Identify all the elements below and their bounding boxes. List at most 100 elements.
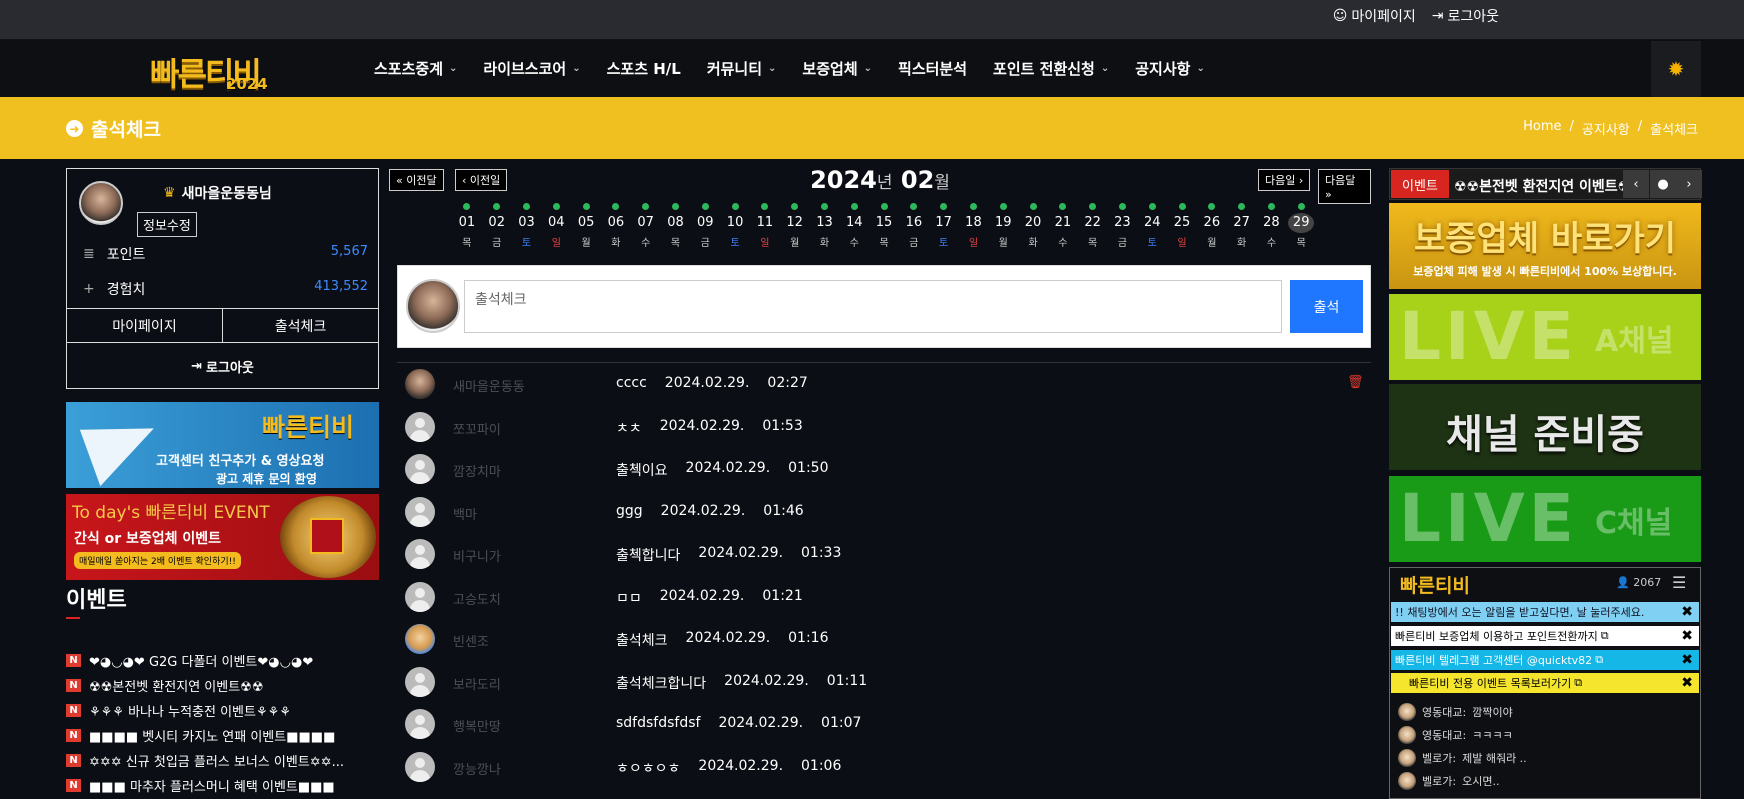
attendance-user-name[interactable]: 보라도리 bbox=[453, 674, 501, 693]
calendar-day[interactable]: 02 금 bbox=[482, 203, 512, 249]
calendar-day[interactable]: 09 금 bbox=[690, 203, 720, 249]
calendar-day[interactable]: 13 화 bbox=[810, 203, 840, 249]
nav-item[interactable]: 라이브스코어 ⌄ bbox=[483, 58, 580, 79]
user-avatar bbox=[405, 454, 435, 484]
calendar-day[interactable]: 05 월 bbox=[571, 203, 601, 249]
nav-item[interactable]: 보증업체 ⌄ bbox=[802, 58, 872, 79]
nav-item[interactable]: 포인트 전환신청 ⌄ bbox=[993, 58, 1109, 79]
calendar-day[interactable]: 08 목 bbox=[661, 203, 691, 249]
attendance-user-name[interactable]: 백마 bbox=[453, 504, 477, 523]
calendar-day[interactable]: 29 목 bbox=[1286, 203, 1316, 249]
calendar-day[interactable]: 17 토 bbox=[929, 203, 959, 249]
top-mypage-link[interactable]: ☺ 마이페이지 bbox=[1333, 6, 1416, 26]
nav-item[interactable]: 픽스터분석 bbox=[898, 58, 967, 79]
calendar-day[interactable]: 14 수 bbox=[839, 203, 869, 249]
attendance-user-name[interactable]: 빈센조 bbox=[453, 631, 489, 650]
chat-notice[interactable]: 빠른티비 보증업체 이용하고 포인트전환까지 ⧉ ✖ bbox=[1391, 626, 1699, 646]
edit-profile-button[interactable]: 정보수정 bbox=[137, 212, 197, 237]
live-c-banner[interactable]: LIVE C채널 bbox=[1389, 476, 1701, 562]
breadcrumb-item[interactable]: 출석체크 bbox=[1650, 119, 1698, 138]
top-logout-link[interactable]: ⇥ 로그아웃 bbox=[1432, 6, 1499, 26]
attendance-user-name[interactable]: 쪼꼬파이 bbox=[453, 419, 501, 438]
calendar-day[interactable]: 27 화 bbox=[1227, 203, 1257, 249]
calendar-day[interactable]: 20 화 bbox=[1018, 203, 1048, 249]
close-icon[interactable]: ✖ bbox=[1681, 628, 1693, 644]
calendar-day[interactable]: 01 목 bbox=[452, 203, 482, 249]
attendance-user-name[interactable]: 비구니가 bbox=[453, 546, 501, 565]
hamburger-menu-icon[interactable]: ☰ bbox=[1672, 573, 1686, 592]
calendar-day[interactable]: 23 금 bbox=[1108, 203, 1138, 249]
nav-item[interactable]: 스포츠중계 ⌄ bbox=[374, 58, 457, 79]
calendar-day[interactable]: 15 목 bbox=[869, 203, 899, 249]
attend-submit-button[interactable]: 출석 bbox=[1290, 280, 1363, 333]
trash-icon[interactable]: 🗑 bbox=[1347, 375, 1364, 390]
calendar-day[interactable]: 22 목 bbox=[1078, 203, 1108, 249]
chat-notice[interactable]: 빠른티비 텔레그램 고객센터 @quicktv82 ⧉ ✖ bbox=[1391, 650, 1699, 670]
calendar-weekday: 수 bbox=[1266, 238, 1277, 249]
close-icon[interactable]: ✖ bbox=[1681, 652, 1693, 668]
guarantee-banner[interactable]: 보증업체 바로가기 보증업체 피해 발생 시 빠른티비에서 100% 보상합니다… bbox=[1389, 203, 1701, 289]
calendar-day[interactable]: 28 수 bbox=[1257, 203, 1287, 249]
ticker-next-button[interactable]: › bbox=[1676, 170, 1702, 198]
calendar-day[interactable]: 21 수 bbox=[1048, 203, 1078, 249]
next-month-button[interactable]: 다음달 » bbox=[1318, 169, 1371, 204]
attendance-user-name[interactable]: 새마을운동동 bbox=[453, 376, 525, 395]
calendar-day[interactable]: 26 월 bbox=[1197, 203, 1227, 249]
calendar-day[interactable]: 12 월 bbox=[780, 203, 810, 249]
profile-logout-button[interactable]: ⇥ 로그아웃 bbox=[67, 344, 378, 388]
attendance-user-name[interactable]: 고승도치 bbox=[453, 589, 501, 608]
event-ticker-text[interactable]: ☢☢본전벳 환전지연 이벤트☢ bbox=[1454, 176, 1634, 196]
event-list-item[interactable]: N ■■■ 마추자 플러스머니 혜택 이벤트■■■ bbox=[66, 773, 379, 798]
chat-message-user[interactable]: 영동대교 bbox=[1422, 704, 1462, 720]
attendance-user-name[interactable]: 깡능깡나 bbox=[453, 759, 501, 778]
theme-toggle-button[interactable]: ✹ bbox=[1651, 41, 1701, 97]
calendar-weekday: 화 bbox=[1237, 238, 1247, 249]
mypage-button[interactable]: 마이페이지 bbox=[67, 309, 223, 342]
calendar-day[interactable]: 06 화 bbox=[601, 203, 631, 249]
attendance-button[interactable]: 출석체크 bbox=[223, 309, 378, 342]
live-a-banner[interactable]: LIVE A채널 bbox=[1389, 294, 1701, 380]
event-list-item[interactable]: N ✡✡✡ 신규 첫입금 플러스 보너스 이벤트✡✡... bbox=[66, 748, 379, 773]
ticker-pause-button[interactable]: ● bbox=[1650, 170, 1676, 198]
channel-ready-banner[interactable]: 채널 준비중 bbox=[1389, 384, 1701, 470]
ticker-prev-button[interactable]: ‹ bbox=[1623, 170, 1649, 198]
nav-item[interactable]: 커뮤니티 ⌄ bbox=[707, 58, 777, 79]
calendar-day[interactable]: 03 토 bbox=[512, 203, 542, 249]
chat-header: 빠른티비 👤 2067 ☰ bbox=[1390, 568, 1700, 598]
prev-month-button[interactable]: « 이전달 bbox=[389, 169, 444, 191]
calendar-day[interactable]: 24 토 bbox=[1137, 203, 1167, 249]
nav-item[interactable]: 공지사항 ⌄ bbox=[1135, 58, 1205, 79]
calendar-day[interactable]: 19 월 bbox=[988, 203, 1018, 249]
attendance-user-name[interactable]: 깜장치마 bbox=[453, 461, 501, 480]
event-list-item[interactable]: N ☢☢본전벳 환전지연 이벤트☢☢ bbox=[66, 673, 379, 698]
event-list-item[interactable]: N ■■■■ 벳시티 카지노 연패 이벤트■■■■ bbox=[66, 723, 379, 748]
calendar-day[interactable]: 10 토 bbox=[720, 203, 750, 249]
chat-notice[interactable]: !! 채팅방에서 오는 알림을 받고싶다면, 날 눌러주세요. ✖ bbox=[1391, 602, 1699, 622]
close-icon[interactable]: ✖ bbox=[1681, 675, 1693, 691]
telegram-banner[interactable]: 빠른티비 고객센터 친구추가 & 영상요청 광고 제휴 문의 환영 bbox=[66, 402, 379, 488]
calendar-day[interactable]: 07 수 bbox=[631, 203, 661, 249]
calendar-day[interactable]: 04 일 bbox=[541, 203, 571, 249]
breadcrumb-item[interactable]: Home bbox=[1523, 119, 1561, 138]
chat-notice[interactable]: 빠른티비 전용 이벤트 목록보러가기 ⧉ ✖ bbox=[1391, 673, 1699, 693]
event-list-item[interactable]: N ⚘⚘⚘ 바나나 누적충전 이벤트⚘⚘⚘ bbox=[66, 698, 379, 723]
attendance-input[interactable]: 출석체크 bbox=[464, 280, 1282, 333]
prev-day-button[interactable]: ‹ 이전일 bbox=[455, 169, 508, 191]
nav-item[interactable]: 스포츠 H/L bbox=[607, 58, 681, 79]
attendance-user-name[interactable]: 행복만땅 bbox=[453, 716, 501, 735]
chat-message-user[interactable]: 영동대교 bbox=[1422, 727, 1462, 743]
breadcrumb-item[interactable]: 공지사항 bbox=[1582, 119, 1630, 138]
event-list-item[interactable]: N ❤◕◡◕❤ G2G 다폴더 이벤트❤◕◡◕❤ bbox=[66, 648, 379, 673]
next-day-button[interactable]: 다음일 › bbox=[1258, 169, 1311, 191]
chat-message-user[interactable]: 벨로가 bbox=[1422, 750, 1452, 766]
attended-dot-icon bbox=[761, 203, 769, 210]
event-banner[interactable]: To day's 빠른티비 EVENT 간식 or 보증업체 이벤트 매일매일 … bbox=[66, 494, 379, 580]
calendar-day[interactable]: 18 일 bbox=[959, 203, 989, 249]
chat-message-user[interactable]: 벨로가 bbox=[1422, 773, 1452, 789]
close-icon[interactable]: ✖ bbox=[1681, 604, 1693, 620]
calendar-day[interactable]: 16 금 bbox=[899, 203, 929, 249]
nav-item-label: 보증업체 bbox=[802, 60, 858, 78]
calendar-day[interactable]: 25 일 bbox=[1167, 203, 1197, 249]
site-logo[interactable]: 빠른티비 2024 bbox=[150, 49, 280, 93]
calendar-day[interactable]: 11 일 bbox=[750, 203, 780, 249]
